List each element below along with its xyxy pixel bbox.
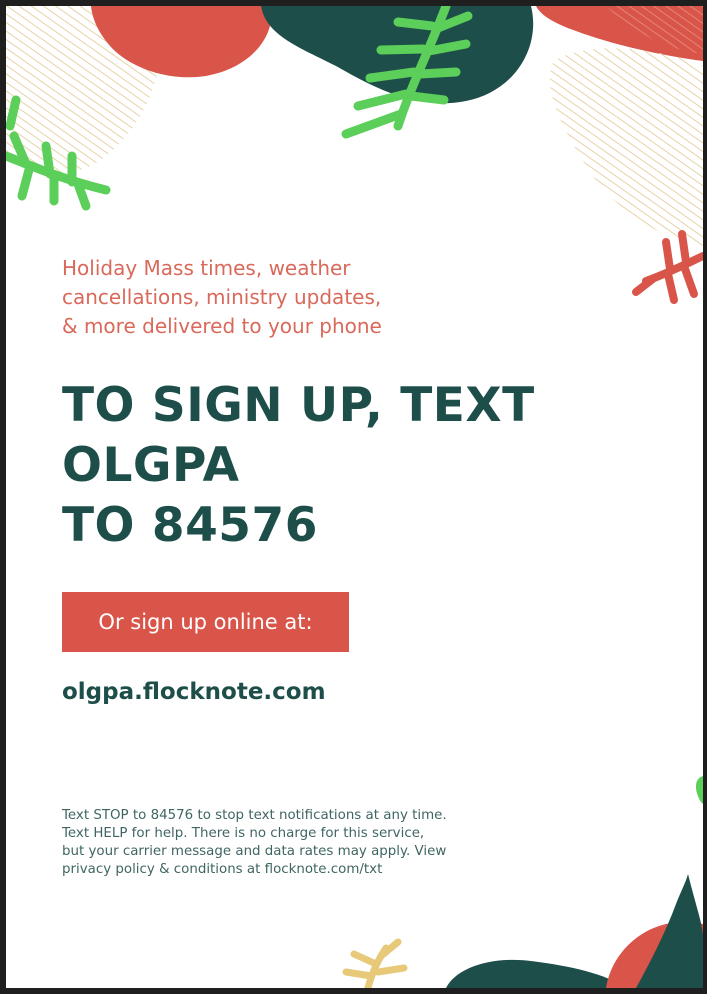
website-link[interactable]: olgpa.flocknote.com [62,679,326,705]
teal-blob-bottom [446,959,626,988]
headline-line: OLGPA [62,438,240,493]
leaf-edge-right [695,776,703,804]
legal-line: but your carrier message and data rates … [62,844,447,859]
intro-line: & more delivered to your phone [62,314,382,338]
intro-text: Holiday Mass times, weather cancellation… [62,254,482,341]
intro-line: Holiday Mass times, weather [62,256,351,280]
headline-line: TO 84576 [62,498,318,553]
yellow-sprig-bottom [342,938,408,988]
headline-line: TO SIGN UP, TEXT [62,378,535,433]
striped-blob-right [549,48,703,247]
legal-line: Text HELP for help. There is no charge f… [62,826,425,841]
flyer-page: Holiday Mass times, weather cancellation… [0,0,707,994]
legal-disclaimer: Text STOP to 84576 to stop text notifica… [62,807,582,879]
legal-line: Text STOP to 84576 to stop text notifica… [62,808,447,823]
intro-line: cancellations, ministry updates, [62,285,382,309]
teal-tree-bottom-right [636,874,703,988]
legal-line: privacy policy & conditions at flocknote… [62,862,383,877]
signup-headline: TO SIGN UP, TEXT OLGPA TO 84576 [62,376,622,556]
online-signup-banner: Or sign up online at: [62,592,349,652]
